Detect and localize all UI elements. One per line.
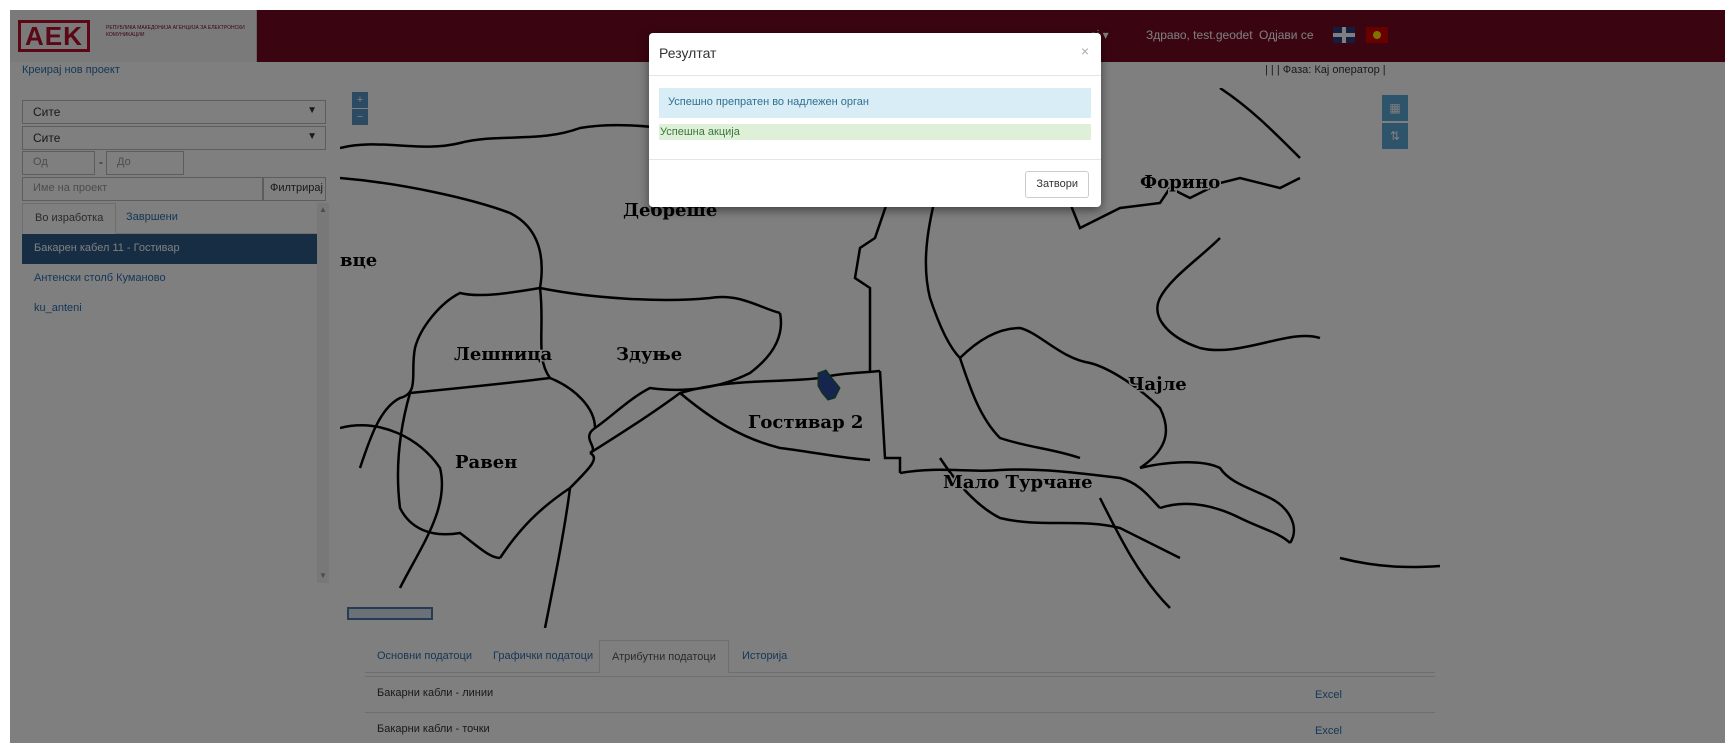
close-button[interactable]: Затвори: [1025, 171, 1089, 198]
modal-footer: Затвори: [649, 159, 1101, 207]
success-alert: Успешна акција: [659, 124, 1091, 140]
modal-title: Резултат: [659, 45, 717, 61]
app-window: AEK РЕПУБЛИКА МАКЕДОНИЈА АГЕНЦИЈА ЗА ЕЛЕ…: [10, 10, 1725, 743]
close-icon[interactable]: ×: [1081, 43, 1089, 59]
info-alert: Успешно препратен во надлежен орган: [659, 88, 1091, 118]
modal-header: Резултат ×: [649, 33, 1101, 76]
result-modal: Резултат × Успешно препратен во надлежен…: [649, 33, 1101, 207]
